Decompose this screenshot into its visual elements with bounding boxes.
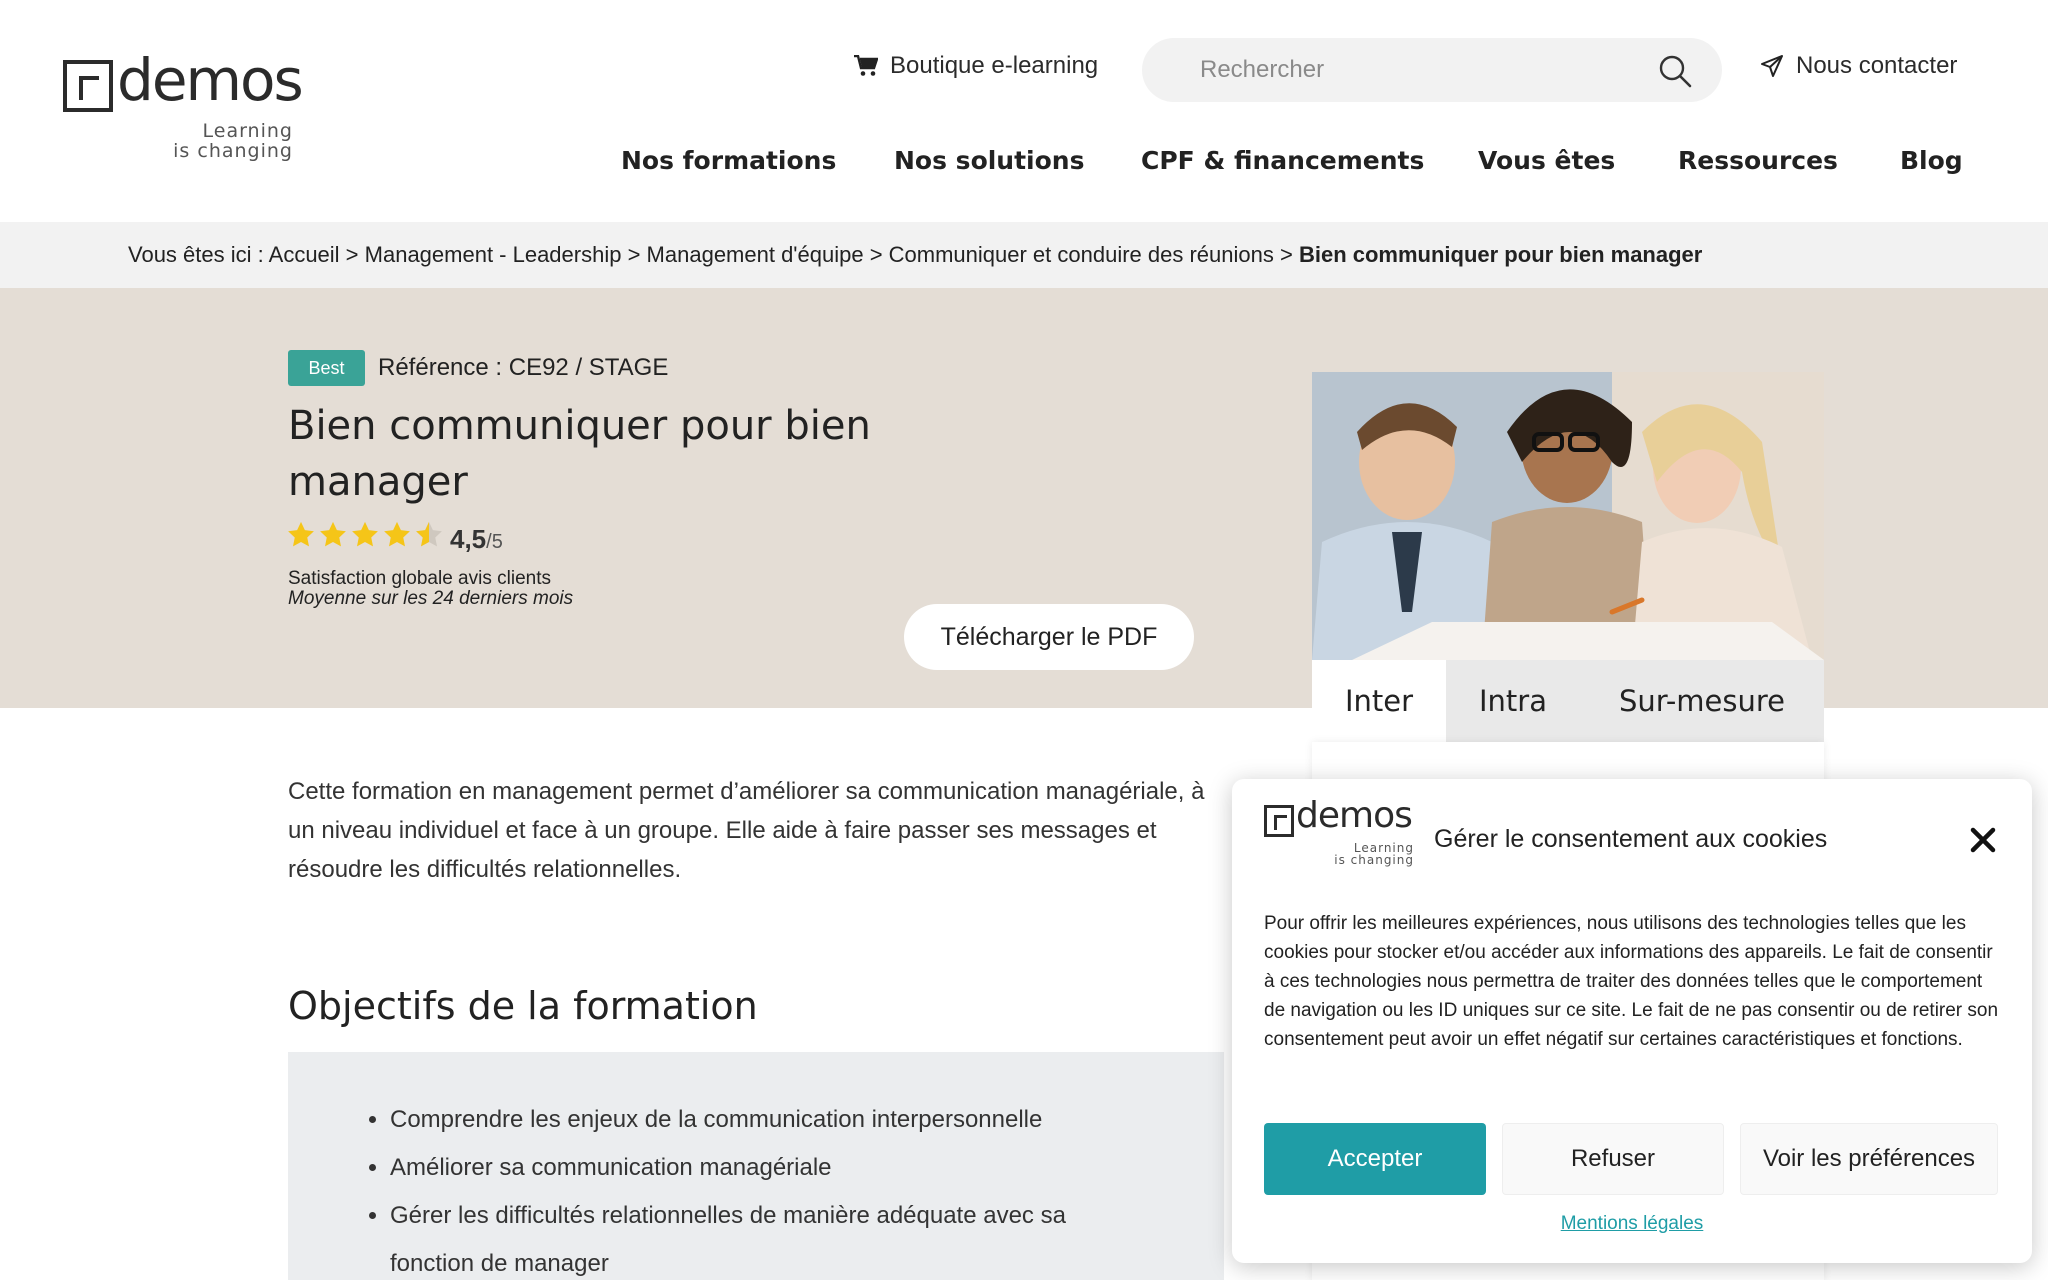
search-box[interactable]	[1142, 38, 1722, 102]
breadcrumb-separator: >	[621, 242, 647, 267]
best-badge: Best	[288, 350, 365, 386]
course-photo-illustration	[1312, 372, 1824, 660]
objectives-heading: Objectifs de la formation	[288, 984, 758, 1028]
average-label: Moyenne sur les 24 derniers mois	[288, 588, 574, 609]
cookie-text: Pour offrir les meilleures expériences, …	[1264, 913, 1999, 1050]
course-intro: Cette formation en management permet d’a…	[288, 778, 1205, 883]
rating-score: 4,5/5	[450, 524, 503, 555]
legal-link[interactable]: Mentions légales	[1232, 1213, 2032, 1235]
accept-button[interactable]: Accepter	[1264, 1123, 1486, 1195]
list-item: Améliorer sa communication managériale	[390, 1144, 1150, 1192]
objectives-box: Comprendre les enjeux de la communicatio…	[288, 1052, 1224, 1280]
satisfaction-label: Satisfaction globale avis clients	[288, 568, 551, 589]
breadcrumb-prefix: Vous êtes ici :	[128, 242, 269, 267]
download-pdf-button[interactable]: Télécharger le PDF	[904, 604, 1194, 670]
breadcrumb-separator: >	[1273, 242, 1299, 267]
cart-icon	[854, 55, 878, 76]
search-input[interactable]	[1200, 52, 1640, 88]
search-icon[interactable]	[1658, 54, 1692, 88]
breadcrumb-separator: >	[863, 242, 889, 267]
course-photo	[1312, 372, 1824, 660]
tab-inter[interactable]: Inter	[1312, 660, 1446, 742]
nav-item-formations[interactable]: Nos formations	[621, 146, 836, 175]
star-icon	[384, 521, 410, 547]
breadcrumb-current: Bien communiquer pour bien manager	[1298, 242, 1703, 267]
contact-link[interactable]: Nous contacter	[1760, 52, 1957, 80]
logo-mark-icon	[1264, 805, 1294, 837]
nav-item-blog[interactable]: Blog	[1900, 146, 1963, 175]
course-title: Bien communiquer pour bien manager	[288, 403, 871, 505]
list-item: Comprendre les enjeux de la communicatio…	[390, 1096, 1150, 1144]
breadcrumb-item-reunions[interactable]: Communiquer et conduire des réunions	[889, 242, 1274, 267]
logo-wordmark: demos	[117, 46, 304, 114]
tab-intra[interactable]: Intra	[1446, 660, 1580, 742]
main-nav: Nos formations Nos solutions CPF & finan…	[0, 146, 2048, 186]
list-item: Gérer les difficultés relationnelles de …	[390, 1192, 1150, 1280]
breadcrumb-item-equipe[interactable]: Management d'équipe	[647, 242, 864, 267]
cookie-logo: demos Learning is changing	[1264, 795, 1414, 869]
breadcrumb-separator: >	[339, 242, 365, 267]
logo-tagline-2: is changing	[1334, 853, 1414, 867]
preferences-button[interactable]: Voir les préférences	[1740, 1123, 1998, 1195]
nav-item-solutions[interactable]: Nos solutions	[894, 146, 1084, 175]
cookie-title: Gérer le consentement aux cookies	[1434, 825, 1828, 853]
refuse-button[interactable]: Refuser	[1502, 1123, 1724, 1195]
contact-link-label: Nous contacter	[1796, 52, 1958, 79]
star-icon	[320, 521, 346, 547]
breadcrumb-item-management[interactable]: Management - Leadership	[365, 242, 622, 267]
tab-sur-mesure[interactable]: Sur-mesure	[1580, 660, 1824, 742]
star-icon	[352, 521, 378, 547]
breadcrumb-item-accueil[interactable]: Accueil	[269, 242, 340, 267]
star-icon	[288, 521, 314, 547]
shop-link-label: Boutique e-learning	[890, 52, 1099, 79]
rating-value: 4,5	[450, 524, 487, 554]
nav-item-vous-etes[interactable]: Vous êtes	[1478, 146, 1615, 175]
rating-max: /5	[486, 531, 503, 553]
objectives-list: Comprendre les enjeux de la communicatio…	[390, 1096, 1150, 1280]
session-tabs: Inter Intra Sur-mesure	[1312, 660, 1824, 742]
shop-link[interactable]: Boutique e-learning	[854, 52, 1098, 80]
logo-mark-icon	[63, 60, 113, 112]
star-half-icon	[416, 521, 442, 547]
course-reference: Référence : CE92 / STAGE	[378, 354, 669, 381]
nav-item-cpf[interactable]: CPF & financements	[1141, 146, 1424, 175]
logo-wordmark: demos	[1296, 795, 1413, 836]
site-header: demos Learning is changing Boutique e-le…	[0, 0, 2048, 222]
breadcrumb-bar: Vous êtes ici : Accueil > Management - L…	[0, 222, 2048, 288]
nav-item-ressources[interactable]: Ressources	[1678, 146, 1838, 175]
logo-tagline-1: Learning	[202, 120, 293, 142]
close-icon[interactable]	[1968, 825, 1998, 855]
breadcrumb: Vous êtes ici : Accueil > Management - L…	[128, 242, 1702, 268]
send-icon	[1761, 55, 1783, 77]
cookie-consent-dialog: demos Learning is changing Gérer le cons…	[1232, 779, 2032, 1263]
rating-stars	[286, 520, 444, 550]
